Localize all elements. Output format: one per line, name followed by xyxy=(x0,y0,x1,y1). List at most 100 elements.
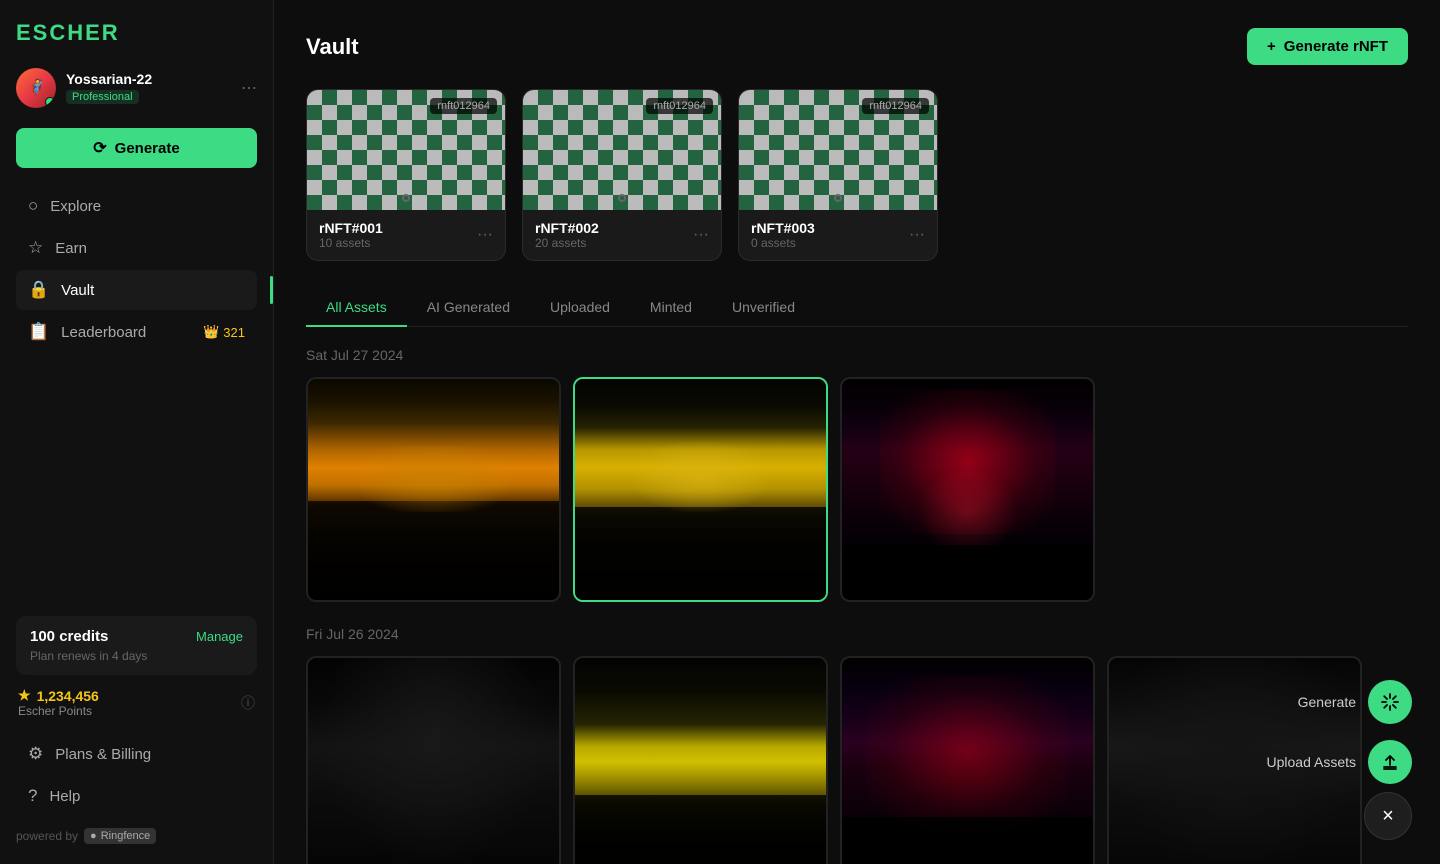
asset-card-2[interactable] xyxy=(573,377,828,602)
ringfence-dot: ● xyxy=(90,830,97,842)
plan-renew-text: Plan renews in 4 days xyxy=(30,649,243,663)
rnft-001-info: rNFT#001 10 assets ··· xyxy=(307,210,505,260)
rnft-card-001[interactable]: rnft012964 rNFT#001 10 assets ··· xyxy=(306,89,506,261)
user-name: Yossarian-22 xyxy=(66,71,231,87)
fab-generate-row: Generate xyxy=(1298,680,1412,724)
sidebar-item-vault[interactable]: 🔒 Vault xyxy=(16,270,257,310)
date-label-jul26: Fri Jul 26 2024 xyxy=(306,626,1408,642)
asset-card-3[interactable] xyxy=(840,377,1095,602)
points-number: 1,234,456 xyxy=(37,688,99,704)
rnft-002-thumb: rnft012964 xyxy=(523,90,721,210)
fab-generate-label: Generate xyxy=(1298,694,1356,710)
rnft-001-badge: rnft012964 xyxy=(430,98,497,114)
earn-icon: ☆ xyxy=(28,238,43,258)
sidebar-item-label-plans: Plans & Billing xyxy=(55,746,151,763)
powered-by-label: powered by xyxy=(16,829,78,843)
tab-minted[interactable]: Minted xyxy=(630,289,712,327)
generate-button[interactable]: ⟳ Generate xyxy=(16,128,257,168)
generate-icon: ⟳ xyxy=(93,138,106,158)
leaderboard-badge: 👑 321 xyxy=(203,324,245,340)
rnft-003-more-button[interactable]: ··· xyxy=(909,226,925,244)
rnft-cards-row: rnft012964 rNFT#001 10 assets ··· rnft01… xyxy=(306,89,1408,261)
user-row: 🦸 Yossarian-22 Professional ⋯ xyxy=(16,68,257,108)
sidebar-item-label-earn: Earn xyxy=(55,240,87,257)
assets-grid-jul26 xyxy=(306,656,1408,864)
points-info-icon[interactable]: ⓘ xyxy=(241,693,255,713)
asset-card-1[interactable] xyxy=(306,377,561,602)
plans-icon: ⚙ xyxy=(28,744,43,764)
fab-generate-button[interactable] xyxy=(1368,680,1412,724)
fab-close-button[interactable]: × xyxy=(1364,792,1412,840)
avatar-online-badge xyxy=(45,97,55,107)
bottom-nav: ⚙ Plans & Billing ? Help xyxy=(16,734,257,816)
asset-card-6[interactable] xyxy=(840,656,1095,864)
fab-upload-button[interactable] xyxy=(1368,740,1412,784)
nav-items: ○ Explore ☆ Earn 🔒 Vault 📋 Leaderboard 👑… xyxy=(16,186,257,352)
generate-rnft-label: Generate rNFT xyxy=(1284,38,1388,55)
fab-container: Generate Upload Assets xyxy=(1267,680,1413,784)
user-info: Yossarian-22 Professional xyxy=(66,71,231,105)
rnft-001-more-button[interactable]: ··· xyxy=(477,226,493,244)
asset-card-4[interactable] xyxy=(306,656,561,864)
avatar: 🦸 xyxy=(16,68,56,108)
sidebar-item-earn[interactable]: ☆ Earn xyxy=(16,228,257,268)
powered-by: powered by ● Ringfence xyxy=(16,828,257,844)
tab-uploaded[interactable]: Uploaded xyxy=(530,289,630,327)
rnft-001-assets: 10 assets xyxy=(319,236,383,250)
sidebar-item-explore[interactable]: ○ Explore xyxy=(16,186,257,226)
generate-rnft-button[interactable]: + Generate rNFT xyxy=(1247,28,1408,65)
ringfence-name: Ringfence xyxy=(101,830,151,842)
asset-card-5[interactable] xyxy=(573,656,828,864)
sidebar-item-label-vault: Vault xyxy=(61,282,94,299)
sidebar-item-help[interactable]: ? Help xyxy=(16,776,257,816)
sidebar: ESCHER 🦸 Yossarian-22 Professional ⋯ ⟳ G… xyxy=(0,0,274,864)
generate-rnft-icon: + xyxy=(1267,38,1276,55)
sidebar-item-label-help: Help xyxy=(49,788,80,805)
crown-icon: 👑 xyxy=(203,324,219,340)
fab-upload-label: Upload Assets xyxy=(1267,754,1357,770)
explore-icon: ○ xyxy=(28,196,38,216)
close-icon: × xyxy=(1382,805,1394,828)
rnft-002-assets: 20 assets xyxy=(535,236,599,250)
asset-tabs: All Assets AI Generated Uploaded Minted … xyxy=(306,289,1408,327)
sidebar-item-label-leaderboard: Leaderboard xyxy=(61,324,146,341)
rnft-003-thumb: rnft012964 xyxy=(739,90,937,210)
rnft-card-003[interactable]: rnft012964 rNFT#003 0 assets ··· xyxy=(738,89,938,261)
leaderboard-icon: 📋 xyxy=(28,322,49,342)
rnft-003-indicator xyxy=(834,194,842,202)
manage-link[interactable]: Manage xyxy=(196,629,243,644)
generate-label: Generate xyxy=(115,140,180,157)
rnft-001-name: rNFT#001 xyxy=(319,220,383,236)
points-value: ★ 1,234,456 xyxy=(18,687,99,704)
fab-generate-icon xyxy=(1380,692,1400,712)
main-content: Vault + Generate rNFT rnft012964 rNFT#00… xyxy=(274,0,1440,864)
assets-grid-jul27 xyxy=(306,377,1408,602)
help-icon: ? xyxy=(28,786,37,806)
app-logo: ESCHER xyxy=(16,20,257,46)
rnft-003-info: rNFT#003 0 assets ··· xyxy=(739,210,937,260)
leaderboard-score: 321 xyxy=(223,325,245,340)
date-label-jul27: Sat Jul 27 2024 xyxy=(306,347,1408,363)
points-row: ★ 1,234,456 Escher Points ⓘ xyxy=(16,687,257,718)
sidebar-item-label-explore: Explore xyxy=(50,198,101,215)
page-title: Vault xyxy=(306,34,359,60)
rnft-003-badge: rnft012964 xyxy=(862,98,929,114)
star-icon: ★ xyxy=(18,687,31,704)
rnft-001-thumb: rnft012964 xyxy=(307,90,505,210)
rnft-002-badge: rnft012964 xyxy=(646,98,713,114)
tab-unverified[interactable]: Unverified xyxy=(712,289,815,327)
ringfence-logo: ● Ringfence xyxy=(84,828,156,844)
rnft-003-assets: 0 assets xyxy=(751,236,815,250)
tab-ai-generated[interactable]: AI Generated xyxy=(407,289,530,327)
user-tier-badge: Professional xyxy=(66,90,139,104)
user-menu-dots[interactable]: ⋯ xyxy=(241,78,257,98)
sidebar-item-plans[interactable]: ⚙ Plans & Billing xyxy=(16,734,257,774)
tab-all-assets[interactable]: All Assets xyxy=(306,289,407,327)
rnft-001-indicator xyxy=(402,194,410,202)
credits-count: 100 credits xyxy=(30,628,108,645)
rnft-card-002[interactable]: rnft012964 rNFT#002 20 assets ··· xyxy=(522,89,722,261)
sidebar-item-leaderboard[interactable]: 📋 Leaderboard 👑 321 xyxy=(16,312,257,352)
rnft-002-info: rNFT#002 20 assets ··· xyxy=(523,210,721,260)
rnft-002-more-button[interactable]: ··· xyxy=(693,226,709,244)
main-header: Vault + Generate rNFT xyxy=(306,28,1408,65)
